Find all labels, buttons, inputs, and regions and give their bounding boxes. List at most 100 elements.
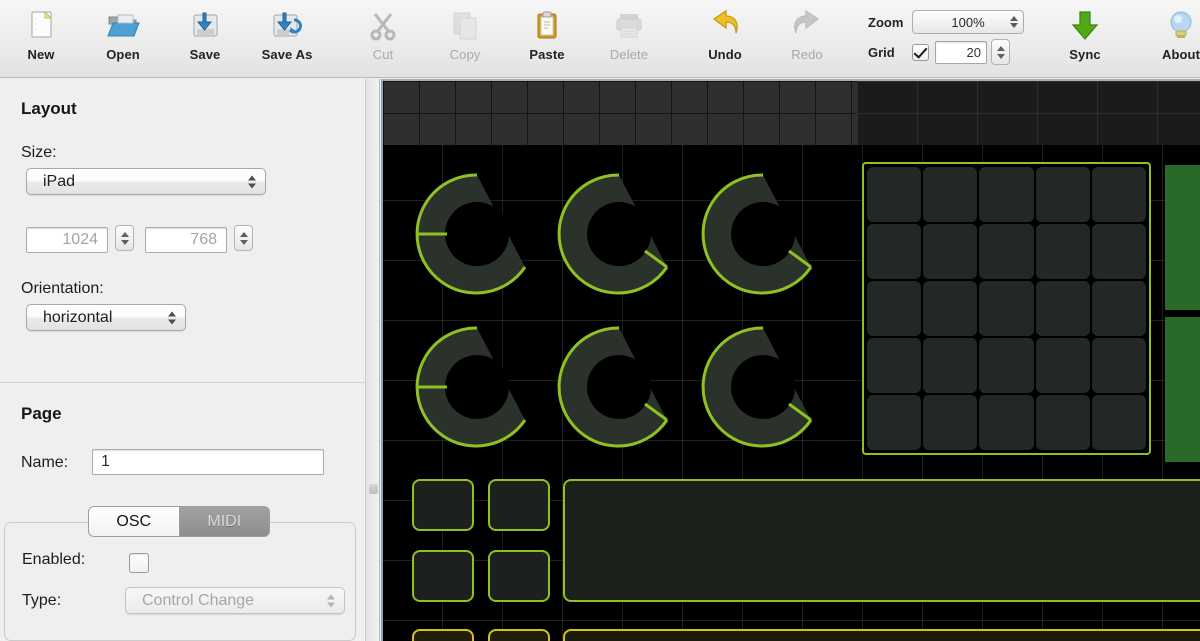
matrix-cell[interactable] [867,167,922,222]
type-label: Type: [22,592,62,609]
matrix-cell[interactable] [1035,338,1090,393]
knob-widget-6[interactable] [693,317,833,457]
yellow-button-2[interactable] [488,629,550,641]
orientation-select[interactable]: horizontal [26,304,186,331]
toolbar-group-sync: Sync [1044,0,1126,78]
scrollbar-grip[interactable] [369,484,378,494]
yellow-panel-widget[interactable] [563,629,1200,641]
canvas-height-input[interactable]: 768 [145,227,227,253]
matrix-cell[interactable] [1091,167,1146,222]
grid-checkbox[interactable] [912,43,929,61]
matrix-cell[interactable] [867,338,922,393]
matrix-widget[interactable] [862,162,1151,455]
matrix-cell[interactable] [923,395,978,450]
toolbar-button-open[interactable]: Open [82,0,164,78]
toolbar-button-save[interactable]: Save [164,0,246,78]
toolbar-label-redo: Redo [791,47,823,62]
matrix-cell[interactable] [1091,224,1146,279]
matrix-cell[interactable] [923,281,978,336]
toolbar-button-sync[interactable]: Sync [1044,0,1126,78]
open-folder-icon [102,6,144,46]
zoom-row: Zoom 100% [868,7,1024,37]
size-preset-select[interactable]: iPad [26,168,266,195]
green-panel-widget[interactable] [563,479,1200,602]
grid-size-stepper[interactable] [991,39,1010,65]
matrix-cell[interactable] [867,395,922,450]
zoom-select[interactable]: 100% [912,10,1024,34]
canvas-height-stepper[interactable] [234,225,253,251]
toolbar-button-new[interactable]: New [0,0,82,78]
midi-type-select[interactable]: Control Change [125,587,345,614]
toolbar-button-cut[interactable]: Cut [342,0,424,78]
toolbar-button-undo[interactable]: Undo [684,0,766,78]
matrix-cell[interactable] [1091,395,1146,450]
matrix-cell[interactable] [1091,338,1146,393]
enabled-checkbox[interactable] [129,553,149,573]
knob-widget-2[interactable] [549,164,689,304]
vertical-fill-2[interactable] [1165,317,1200,462]
matrix-cell[interactable] [867,281,922,336]
protocol-settings-panel: Enabled: Type: Control Change [4,522,356,641]
canvas-width-stepper[interactable] [115,225,134,251]
canvas-width-input[interactable]: 1024 [26,227,108,253]
matrix-cell[interactable] [1035,224,1090,279]
matrix-cell[interactable] [1035,281,1090,336]
size-preset-value: iPad [43,172,76,190]
toolbar-button-about[interactable]: About [1140,0,1200,78]
sidebar-scrollbar[interactable] [365,79,380,641]
matrix-cell[interactable] [1035,167,1090,222]
tab-midi[interactable]: MIDI [178,506,270,537]
green-button-3[interactable] [412,550,474,602]
green-button-2[interactable] [488,479,550,531]
toolbar-label-sync: Sync [1069,47,1101,62]
matrix-cell[interactable] [979,167,1034,222]
save-as-disk-icon [266,6,308,46]
green-button-1[interactable] [412,479,474,531]
matrix-cell[interactable] [979,395,1034,450]
knob-widget-4[interactable] [407,317,547,457]
toolbar-group-edit: Cut Copy Paste Delete [342,0,670,78]
toolbar-button-copy[interactable]: Copy [424,0,506,78]
knob-widget-1[interactable] [407,164,547,304]
matrix-cell[interactable] [923,338,978,393]
redo-arrow-icon [786,6,828,46]
matrix-cell[interactable] [979,338,1034,393]
grid-label: Grid [868,44,895,60]
type-row: Type: [22,592,61,610]
zoom-label: Zoom [868,14,904,30]
knob-widget-5[interactable] [549,317,689,457]
page-name-input[interactable]: 1 [92,449,324,475]
toolbar-button-paste[interactable]: Paste [506,0,588,78]
scissors-icon [362,6,404,46]
tab-osc[interactable]: OSC [88,506,179,537]
toolbar-label-save-as: Save As [261,47,313,62]
toolbar-button-save-as[interactable]: Save As [246,0,328,78]
orientation-value: horizontal [43,308,113,326]
canvas-top-region-highlight[interactable] [383,81,857,145]
matrix-cell[interactable] [979,281,1034,336]
layout-canvas[interactable] [381,79,1200,641]
chevron-updown-icon-2 [168,311,176,324]
toolbar-label-save: Save [189,47,221,62]
toolbar-label-paste: Paste [529,47,565,62]
size-label: Size: [21,144,57,161]
matrix-cell[interactable] [979,224,1034,279]
grid-size-input[interactable]: 20 [935,40,987,64]
matrix-cell[interactable] [1091,281,1146,336]
zoom-stepper-icon[interactable] [1010,16,1018,28]
enabled-label: Enabled: [22,551,86,568]
zoom-value: 100% [951,14,985,30]
toolbar-button-redo[interactable]: Redo [766,0,848,78]
page-protocol-tabs: OSC MIDI [88,506,270,537]
toolbar-label-delete: Delete [609,47,649,62]
matrix-cell[interactable] [923,224,978,279]
yellow-button-1[interactable] [412,629,474,641]
vertical-fill-1[interactable] [1165,165,1200,310]
page-name-label: Name: [21,454,69,471]
matrix-cell[interactable] [867,224,922,279]
toolbar-button-delete[interactable]: Delete [588,0,670,78]
knob-widget-3[interactable] [693,164,833,304]
matrix-cell[interactable] [923,167,978,222]
matrix-cell[interactable] [1035,395,1090,450]
green-button-4[interactable] [488,550,550,602]
